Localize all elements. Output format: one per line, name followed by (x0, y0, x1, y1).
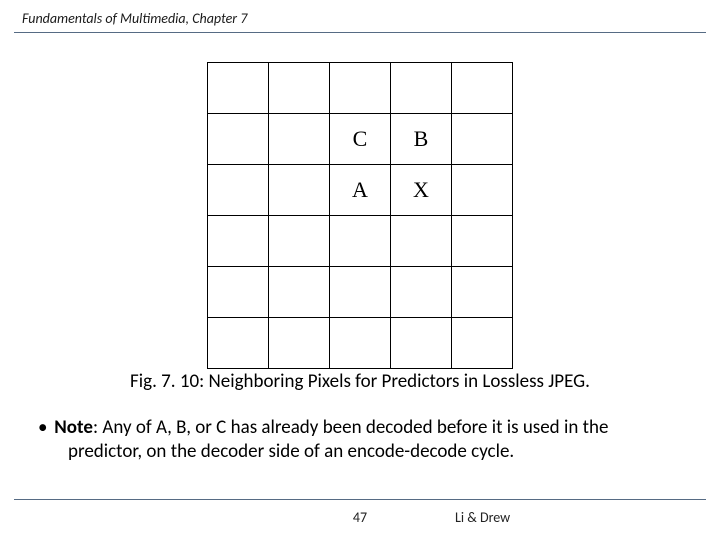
figure-caption: Fig. 7. 10: Neighboring Pixels for Predi… (0, 370, 720, 393)
authors: Li & Drew (455, 509, 510, 526)
grid-cell (330, 318, 391, 369)
grid-cell (208, 216, 269, 267)
grid-cell (452, 267, 513, 318)
predictor-grid: C B A X (207, 62, 513, 369)
grid-cell-c: C (330, 114, 391, 165)
note-label: Note (54, 416, 93, 439)
bullet-icon: • (38, 416, 50, 440)
grid-cell (391, 216, 452, 267)
grid-cell (208, 63, 269, 114)
chapter-header: Fundamentals of Multimedia, Chapter 7 (22, 10, 698, 27)
grid-cell (208, 267, 269, 318)
grid-cell (391, 63, 452, 114)
grid-cell (269, 216, 330, 267)
grid-cell (452, 114, 513, 165)
grid-cell (391, 267, 452, 318)
grid-cell (269, 114, 330, 165)
grid-cell (269, 165, 330, 216)
grid-cell (452, 63, 513, 114)
header-divider (14, 32, 706, 33)
grid-cell (330, 63, 391, 114)
grid-cell (269, 63, 330, 114)
note-text: • Note: Any of A, B, or C has already be… (38, 416, 682, 464)
grid-cell-x: X (391, 165, 452, 216)
grid-cell (330, 267, 391, 318)
grid-cell (269, 267, 330, 318)
grid-cell-a: A (330, 165, 391, 216)
grid-cell (452, 318, 513, 369)
note-line1: : Any of A, B, or C has already been dec… (93, 416, 608, 439)
note-line2: predictor, on the decoder side of an enc… (38, 440, 682, 464)
grid-cell (452, 165, 513, 216)
grid-cell-b: B (391, 114, 452, 165)
grid-cell (208, 114, 269, 165)
grid-cell (391, 318, 452, 369)
footer-divider (14, 499, 706, 500)
grid-cell (452, 216, 513, 267)
grid-cell (208, 318, 269, 369)
page-number: 47 (0, 509, 720, 526)
grid-cell (269, 318, 330, 369)
grid-cell (208, 165, 269, 216)
grid-cell (330, 216, 391, 267)
